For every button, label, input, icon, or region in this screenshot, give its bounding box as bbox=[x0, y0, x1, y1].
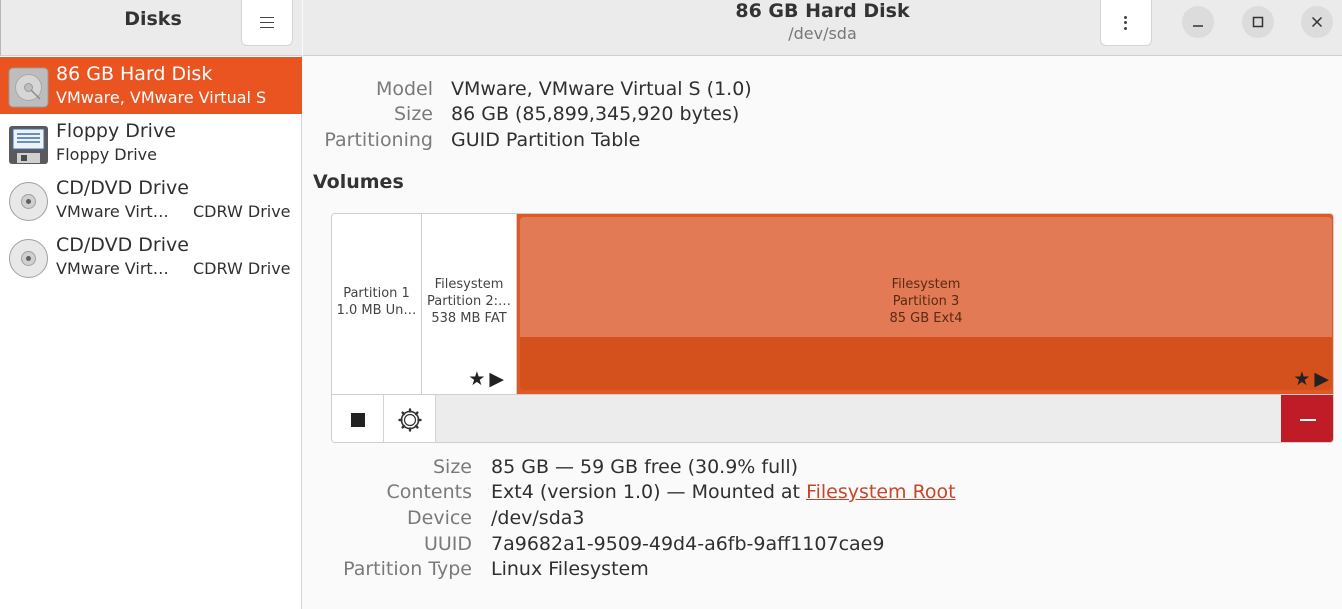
partition-type-row: Partition Type Linux Filesystem bbox=[331, 556, 1331, 582]
device-description: VMware Virt… bbox=[56, 259, 169, 278]
stop-icon bbox=[350, 412, 365, 427]
device-type: CDRW Drive bbox=[193, 202, 291, 221]
floppy-drive-icon bbox=[9, 126, 48, 164]
device-item-cd-dvd-2[interactable]: CD/DVD Drive VMware Virt… CDRW Drive bbox=[0, 228, 302, 285]
contents-value-group: Ext4 (version 1.0) — Mounted at Filesyst… bbox=[491, 479, 956, 505]
device-type: CDRW Drive bbox=[193, 259, 291, 278]
mount-status-icons: ★▶ bbox=[1293, 368, 1333, 390]
selection-fill bbox=[520, 337, 1332, 390]
contents-value: Ext4 (version 1.0) — Mounted at bbox=[491, 481, 801, 503]
partition-line: Partition 1 bbox=[343, 286, 410, 301]
minimize-button[interactable] bbox=[1182, 6, 1214, 38]
app-title: Disks bbox=[124, 8, 182, 30]
optical-drive-icon bbox=[9, 182, 48, 221]
device-item-floppy[interactable]: Floppy Drive Floppy Drive bbox=[0, 114, 302, 171]
device-name: Floppy Drive bbox=[56, 120, 176, 142]
contents-label: Contents bbox=[386, 481, 472, 503]
partition-line: 538 MB FAT bbox=[431, 311, 507, 326]
device-value: /dev/sda3 bbox=[491, 507, 585, 529]
partition-line: Partition 2:… bbox=[427, 294, 511, 309]
sidebar-header: Disks bbox=[0, 0, 302, 56]
device-row: Device /dev/sda3 bbox=[331, 505, 1331, 531]
size-label: Size bbox=[393, 103, 433, 125]
partitioning-value: GUID Partition Table bbox=[451, 129, 641, 151]
sidebar: Disks 86 GB Hard Disk VMware, VMware Vir… bbox=[0, 0, 302, 609]
device-item-hard-disk[interactable]: 86 GB Hard Disk VMware, VMware Virtual S bbox=[0, 57, 302, 114]
partition-type-label: Partition Type bbox=[343, 558, 472, 580]
minimize-icon bbox=[1193, 25, 1203, 27]
size-row: Size 86 GB (85,899,345,920 bytes) bbox=[303, 101, 1303, 127]
kebab-menu-icon bbox=[1124, 15, 1128, 30]
maximize-button[interactable] bbox=[1242, 6, 1274, 38]
gear-icon bbox=[397, 407, 422, 432]
uuid-row: UUID 7a9682a1-9509-49d4-a6fb-9aff1107cae… bbox=[331, 531, 1331, 557]
partition-size-value: 85 GB — 59 GB free (30.9% full) bbox=[491, 456, 799, 478]
minus-icon bbox=[1300, 418, 1316, 421]
partition-line: Filesystem bbox=[891, 277, 961, 292]
mount-point-link[interactable]: Filesystem Root bbox=[806, 481, 956, 503]
partition-2-segment[interactable]: Filesystem Partition 2:… 538 MB FAT ★▶ bbox=[422, 214, 517, 394]
partition-type-value: Linux Filesystem bbox=[491, 558, 649, 580]
device-list: 86 GB Hard Disk VMware, VMware Virtual S… bbox=[0, 57, 302, 285]
delete-partition-button[interactable] bbox=[1281, 395, 1333, 442]
optical-drive-icon bbox=[9, 239, 48, 278]
contents-row: Contents Ext4 (version 1.0) — Mounted at… bbox=[331, 479, 1331, 505]
partition-line: 85 GB Ext4 bbox=[889, 311, 963, 326]
partition-size-row: Size 85 GB — 59 GB free (30.9% full) bbox=[331, 454, 1331, 480]
main-menu-button[interactable] bbox=[241, 0, 293, 46]
partition-3-segment[interactable]: Filesystem Partition 3 85 GB Ext4 ★▶ bbox=[517, 214, 1333, 394]
device-name: 86 GB Hard Disk bbox=[56, 63, 213, 85]
device-description: Floppy Drive bbox=[56, 145, 157, 164]
close-icon bbox=[1311, 16, 1323, 28]
model-label: Model bbox=[375, 78, 433, 100]
volume-map: Partition 1 1.0 MB Un… Filesystem Partit… bbox=[331, 213, 1334, 443]
device-item-cd-dvd-1[interactable]: CD/DVD Drive VMware Virt… CDRW Drive bbox=[0, 171, 302, 228]
partition-1-segment[interactable]: Partition 1 1.0 MB Un… bbox=[332, 214, 422, 394]
disks-window: Disks 86 GB Hard Disk VMware, VMware Vir… bbox=[0, 0, 1342, 609]
volume-toolbar bbox=[332, 394, 1333, 442]
partitioning-label: Partitioning bbox=[324, 129, 433, 151]
hard-disk-icon bbox=[8, 67, 49, 108]
device-description: VMware Virt… bbox=[56, 202, 169, 221]
uuid-value: 7a9682a1-9509-49d4-a6fb-9aff1107cae9 bbox=[491, 533, 885, 555]
model-row: Model VMware, VMware Virtual S (1.0) bbox=[303, 76, 1303, 102]
mount-status-icons: ★▶ bbox=[468, 368, 508, 390]
unmount-button[interactable] bbox=[332, 395, 384, 442]
device-label: Device bbox=[407, 507, 472, 529]
partition-line: Partition 3 bbox=[892, 294, 960, 309]
partition-line: 1.0 MB Un… bbox=[336, 303, 417, 318]
size-value: 86 GB (85,899,345,920 bytes) bbox=[451, 103, 740, 125]
drive-menu-button[interactable] bbox=[1100, 0, 1152, 46]
uuid-label: UUID bbox=[423, 533, 472, 555]
partition-line: Filesystem bbox=[434, 277, 504, 292]
model-value: VMware, VMware Virtual S (1.0) bbox=[451, 78, 752, 100]
partitioning-row: Partitioning GUID Partition Table bbox=[303, 127, 1303, 153]
close-button[interactable] bbox=[1301, 6, 1333, 38]
device-name: CD/DVD Drive bbox=[56, 234, 189, 256]
device-name: CD/DVD Drive bbox=[56, 177, 189, 199]
volumes-heading: Volumes bbox=[313, 171, 404, 193]
hamburger-menu-icon bbox=[260, 17, 274, 28]
partition-bar: Partition 1 1.0 MB Un… Filesystem Partit… bbox=[332, 214, 1333, 394]
partition-settings-button[interactable] bbox=[384, 395, 436, 442]
device-description: VMware, VMware Virtual S bbox=[56, 88, 267, 107]
maximize-icon bbox=[1252, 16, 1264, 28]
partition-size-label: Size bbox=[432, 456, 472, 478]
header-bar: 86 GB Hard Disk /dev/sda bbox=[303, 0, 1342, 56]
